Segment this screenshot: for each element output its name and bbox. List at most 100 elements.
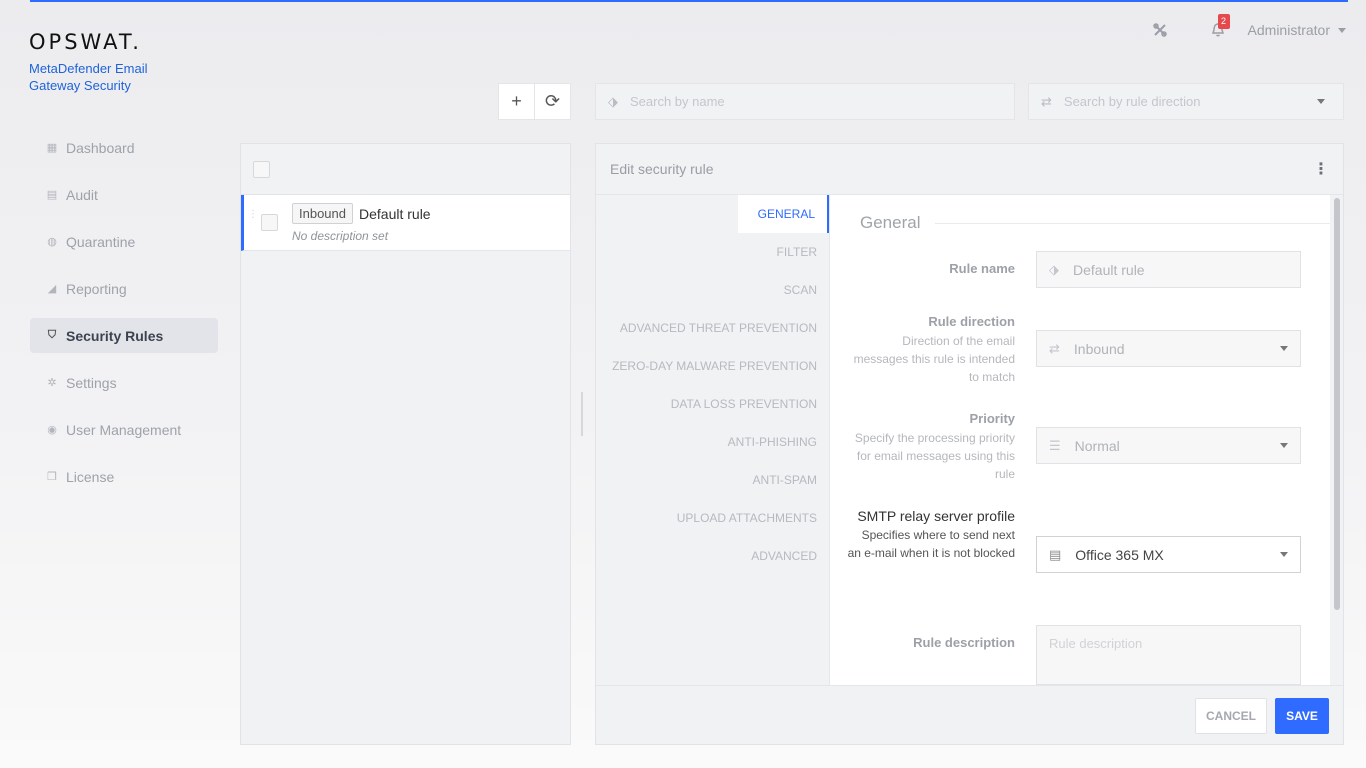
dashboard-icon: ▦: [46, 142, 58, 154]
sidebar-item-label: Security Rules: [66, 327, 164, 344]
smtp-relay-label: SMTP relay server profile Specifies wher…: [845, 506, 1015, 562]
save-button[interactable]: SAVE: [1275, 698, 1329, 734]
rule-description-textarea[interactable]: Rule description: [1036, 625, 1301, 685]
section-title: General: [860, 213, 921, 232]
tab-anti-phishing[interactable]: ANTI-PHISHING: [596, 423, 829, 461]
add-rule-button[interactable]: +: [499, 84, 534, 119]
rule-direction-value: Inbound: [1073, 340, 1125, 357]
priority-value: Normal: [1074, 437, 1120, 454]
rule-direction-label: Rule direction Direction of the email me…: [845, 312, 1015, 386]
edit-panel-header: Edit security rule ⋮: [596, 144, 1343, 195]
bell-icon[interactable]: 2: [1208, 14, 1230, 40]
rule-name-value: Default rule: [1073, 261, 1145, 278]
priority-select[interactable]: ☰ Normal: [1036, 427, 1301, 464]
rule-direction-tag: Inbound: [292, 203, 353, 224]
document-icon: ▤: [46, 189, 58, 201]
top-accent-line: [30, 0, 1348, 2]
general-section: General Rule name ⬗ Default rule Rule di…: [829, 195, 1330, 685]
sidebar-item-dashboard[interactable]: ▦ Dashboard: [30, 130, 218, 165]
drag-handle-icon[interactable]: ⋮: [248, 210, 258, 220]
top-right-bar: 2 Administrator: [1150, 14, 1346, 42]
search-by-name-input[interactable]: ⬗ Search by name: [595, 83, 1015, 120]
tab-scan[interactable]: SCAN: [596, 271, 829, 309]
rule-list-panel: ⋮ Inbound Default rule No description se…: [240, 143, 571, 745]
sidebar-item-license[interactable]: ❐ License: [30, 459, 218, 494]
search-by-direction-select[interactable]: ⇄ Search by rule direction: [1028, 83, 1344, 120]
plugin-icon[interactable]: [1150, 20, 1170, 40]
priority-help: Specify the processing priority for emai…: [854, 431, 1015, 481]
tag-icon: ⬗: [1049, 261, 1059, 277]
rule-direction-help: Direction of the email messages this rul…: [853, 334, 1015, 384]
edit-panel-title: Edit security rule: [610, 161, 714, 177]
sidebar-item-label: Dashboard: [66, 139, 135, 156]
quarantine-icon: ◍: [47, 236, 57, 248]
brand: OPSWAT. MetaDefender Email Gateway Secur…: [29, 30, 169, 94]
chevron-down-icon: [1317, 99, 1325, 104]
smtp-relay-label-text: SMTP relay server profile: [857, 508, 1015, 524]
user-name: Administrator: [1247, 22, 1330, 38]
tab-anti-spam[interactable]: ANTI-SPAM: [596, 461, 829, 499]
rule-direction-label-text: Rule direction: [928, 314, 1015, 329]
search-by-direction-placeholder: Search by rule direction: [1063, 94, 1201, 109]
sidebar-item-user-management[interactable]: ◉ User Management: [30, 412, 218, 447]
rule-list-header: [241, 144, 570, 195]
opswat-logo: OPSWAT.: [29, 30, 142, 54]
sidebar-item-quarantine[interactable]: ◍ Quarantine: [30, 224, 218, 259]
chevron-down-icon: [1280, 443, 1288, 448]
rule-checkbox[interactable]: [261, 214, 278, 231]
sidebar-item-label: User Management: [66, 421, 182, 438]
tab-upload-attachments[interactable]: UPLOAD ATTACHMENTS: [596, 499, 829, 537]
select-all-checkbox[interactable]: [253, 160, 270, 178]
rule-name-input[interactable]: ⬗ Default rule: [1036, 251, 1301, 288]
sidebar-item-settings[interactable]: ✲ Settings: [30, 365, 218, 400]
refresh-button[interactable]: ⟳: [534, 84, 570, 119]
smtp-relay-help: Specifies where to send next an e-mail w…: [847, 528, 1015, 560]
search-by-name-placeholder: Search by name: [630, 94, 725, 109]
tab-filter[interactable]: FILTER: [596, 233, 829, 271]
chevron-down-icon: [1280, 346, 1288, 351]
rule-description: No description set: [292, 229, 389, 243]
swap-icon: ⇄: [1049, 340, 1060, 356]
tag-icon: ⬗: [608, 93, 618, 109]
gear-icon: ✲: [47, 377, 57, 389]
tab-data-loss-prevention[interactable]: DATA LOSS PREVENTION: [596, 385, 829, 423]
panel-resize-handle[interactable]: [581, 392, 583, 436]
swap-icon: ⇄: [1041, 93, 1052, 109]
notification-badge: 2: [1217, 14, 1230, 29]
sidebar-item-label: Audit: [66, 186, 98, 203]
shield-icon: ⛉: [47, 329, 57, 341]
chevron-down-icon: [1338, 27, 1346, 33]
sidebar-item-security-rules[interactable]: ⛉ Security Rules: [30, 318, 218, 353]
content-scrollbar[interactable]: [1334, 198, 1340, 610]
rule-direction-select[interactable]: ⇄ Inbound: [1036, 330, 1301, 367]
sidebar-item-label: Reporting: [66, 280, 127, 297]
sidebar-item-reporting[interactable]: ◢ Reporting: [30, 271, 218, 306]
rule-toolbar: + ⟳: [498, 83, 571, 120]
edit-panel-footer: CANCEL SAVE: [596, 685, 1343, 744]
sidebar-item-label: Quarantine: [66, 233, 136, 250]
sidebar-item-label: Settings: [66, 374, 117, 391]
more-options-icon[interactable]: ⋮: [1313, 159, 1329, 179]
priority-label: Priority Specify the processing priority…: [845, 409, 1015, 483]
tab-advanced[interactable]: ADVANCED: [596, 537, 829, 575]
tab-zero-day-malware-prevention[interactable]: ZERO-DAY MALWARE PREVENTION: [596, 347, 829, 385]
edit-rule-panel: Edit security rule ⋮ GENERAL FILTER SCAN…: [595, 143, 1344, 745]
sidebar-item-audit[interactable]: ▤ Audit: [30, 177, 218, 212]
rule-row[interactable]: ⋮ Inbound Default rule No description se…: [241, 195, 570, 251]
rule-name-label: Rule name: [949, 261, 1015, 276]
chevron-down-icon: [1280, 552, 1288, 557]
tab-general[interactable]: GENERAL: [738, 195, 829, 233]
tab-advanced-threat-prevention[interactable]: ADVANCED THREAT PREVENTION: [596, 309, 829, 347]
rule-description-placeholder: Rule description: [1049, 636, 1143, 651]
chart-icon: ◢: [47, 283, 57, 295]
product-name: MetaDefender Email Gateway Security: [29, 61, 148, 93]
section-divider: [935, 223, 1330, 224]
list-icon: ☰: [1049, 437, 1061, 453]
user-menu[interactable]: Administrator: [1248, 22, 1346, 38]
sidebar-item-label: License: [66, 468, 115, 485]
cancel-button[interactable]: CANCEL: [1195, 698, 1267, 734]
user-icon: ◉: [47, 424, 57, 436]
license-icon: ❐: [47, 471, 57, 483]
smtp-relay-select[interactable]: ▤ Office 365 MX: [1036, 536, 1301, 573]
smtp-relay-value: Office 365 MX: [1075, 546, 1164, 563]
